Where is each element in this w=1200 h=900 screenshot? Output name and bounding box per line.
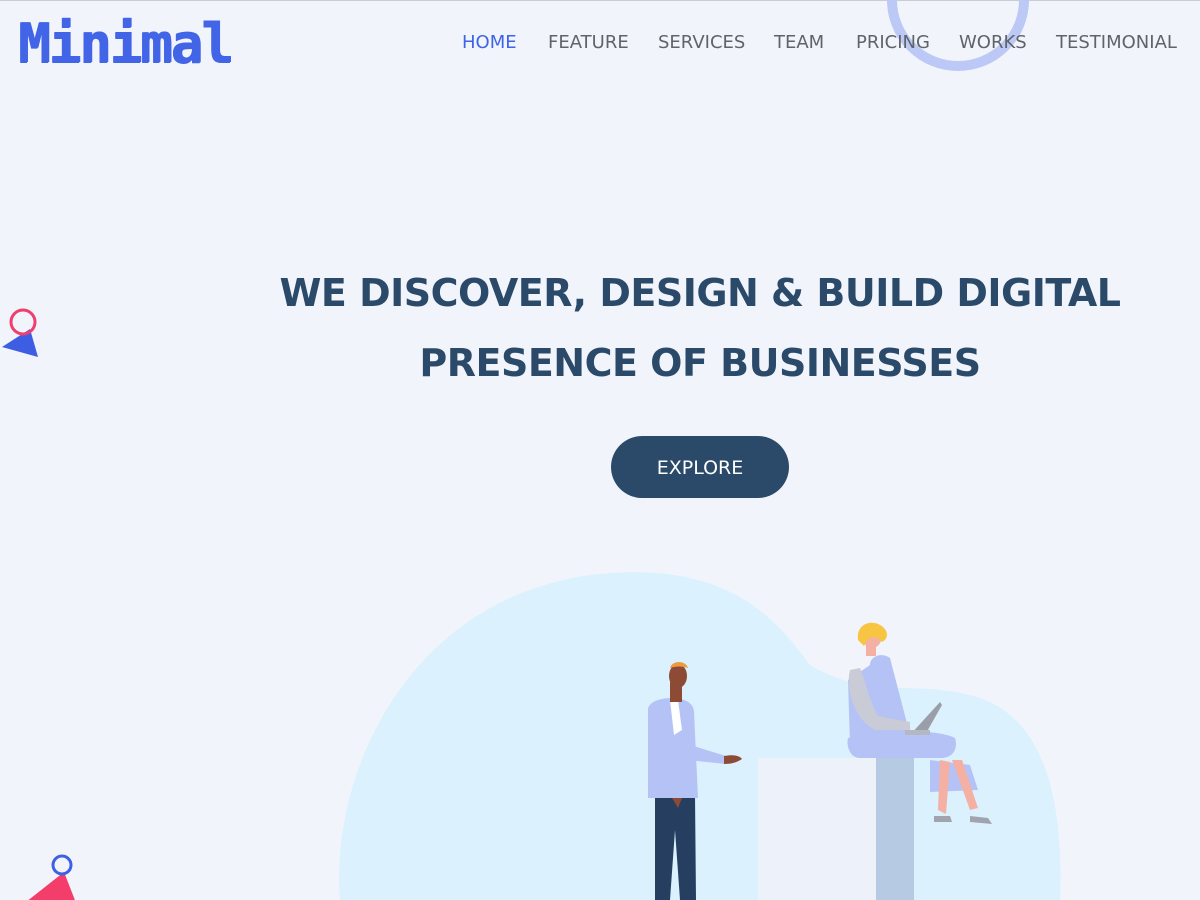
nav-feature[interactable]: FEATURE bbox=[548, 32, 629, 54]
nav-services[interactable]: SERVICES bbox=[658, 32, 745, 54]
nav-pricing[interactable]: PRICING bbox=[856, 32, 930, 54]
nav-works[interactable]: WORKS bbox=[959, 32, 1027, 54]
nav-testimonial[interactable]: TESTIMONIAL bbox=[1056, 32, 1177, 54]
decorative-triangle-circle-left bbox=[2, 308, 38, 357]
hero-illustration bbox=[339, 572, 1061, 900]
nav-team[interactable]: TEAM bbox=[774, 32, 824, 54]
hero-heading-line1: WE DISCOVER, DESIGN & BUILD DIGITAL bbox=[279, 271, 1121, 315]
logo[interactable]: Minimal bbox=[18, 8, 234, 80]
nav-home[interactable]: HOME bbox=[462, 32, 517, 54]
decorative-triangle-circle-bottom bbox=[28, 854, 75, 900]
hero-heading-line2: PRESENCE OF BUSINESSES bbox=[419, 341, 981, 385]
explore-button[interactable]: EXPLORE bbox=[611, 436, 789, 498]
hero-heading: WE DISCOVER, DESIGN & BUILD DIGITAL PRES… bbox=[260, 258, 1140, 398]
